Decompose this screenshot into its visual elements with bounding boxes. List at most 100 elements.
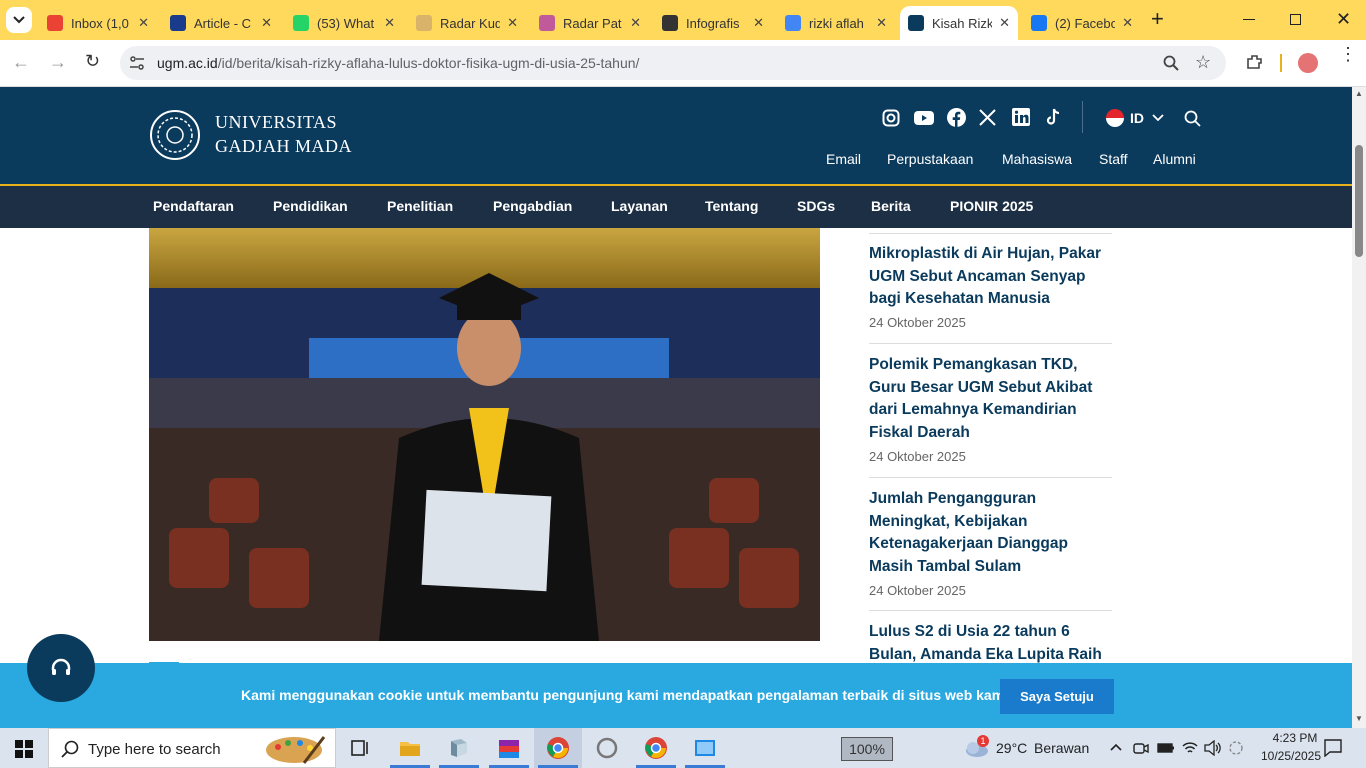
zoom-level-badge[interactable]: 100% [841,737,893,761]
minimize-button[interactable] [1243,19,1255,20]
browser-tab[interactable]: (2) Facebo ✕ [1023,6,1141,40]
task-view-icon[interactable] [349,736,373,760]
close-tab-icon[interactable]: ✕ [630,15,641,31]
top-link-mahasiswa[interactable]: Mahasiswa [1002,151,1072,167]
new-tab-button[interactable]: + [1151,8,1164,30]
menu-kebab-icon[interactable]: ⋮ [1339,45,1357,63]
browser-tab[interactable]: (53) What ✕ [285,6,403,40]
zoom-icon[interactable] [1163,55,1179,71]
chat-support-button[interactable] [27,634,95,702]
bookmark-star-icon[interactable]: ☆ [1195,52,1211,73]
close-tab-icon[interactable]: ✕ [999,15,1010,31]
close-tab-icon[interactable]: ✕ [261,15,272,31]
scrollbar-thumb[interactable] [1355,145,1363,257]
browser-tab[interactable]: rizki aflah ✕ [777,6,895,40]
close-tab-icon[interactable]: ✕ [753,15,764,31]
meet-now-icon[interactable] [1133,741,1149,755]
extensions-icon[interactable] [1245,53,1265,73]
nav-pionir[interactable]: PIONIR 2025 [950,198,1033,214]
close-tab-icon[interactable]: ✕ [1122,15,1133,31]
back-button[interactable]: ← [12,52,30,73]
sidebar-news-item[interactable]: Lulus S2 di Usia 22 tahun 6 Bulan, Amand… [869,621,1112,663]
clock-time[interactable]: 4:23 PM [1260,731,1330,745]
scroll-down-arrow-icon[interactable]: ▼ [1355,714,1363,723]
sidebar-news-item[interactable]: Jumlah Pengangguran Meningkat, Kebijakan… [869,488,1112,598]
browser-tab[interactable]: Kisah Rizk ✕ [900,6,1018,40]
chrome-icon[interactable] [546,736,570,760]
tab-title: Radar Pat [563,15,622,31]
winrar-icon[interactable] [497,736,521,760]
logo-text-line1[interactable]: UNIVERSITAS [215,112,337,133]
nav-penelitian[interactable]: Penelitian [387,198,453,214]
tiktok-icon[interactable] [1045,108,1061,127]
address-bar[interactable]: ugm.ac.id/id/berita/kisah-rizky-aflaha-l… [120,46,1226,80]
top-link-alumni[interactable]: Alumni [1153,151,1196,167]
close-tab-icon[interactable]: ✕ [876,15,887,31]
browser-tab[interactable]: Radar Pat ✕ [531,6,649,40]
nav-tentang[interactable]: Tentang [705,198,758,214]
divider [1280,54,1282,72]
news-title[interactable]: Lulus S2 di Usia 22 tahun 6 Bulan, Amand… [869,621,1112,663]
browser-tab[interactable]: Infografis ✕ [654,6,772,40]
weather-desc[interactable]: Berawan [1034,740,1089,756]
battery-icon[interactable] [1157,741,1175,755]
close-tab-icon[interactable]: ✕ [384,15,395,31]
close-tab-icon[interactable]: ✕ [507,15,518,31]
clock-date[interactable]: 10/25/2025 [1252,749,1330,763]
browser-tab[interactable]: Article - C ✕ [162,6,280,40]
photos-app-icon[interactable] [693,736,717,760]
wifi-icon[interactable] [1182,740,1198,756]
site-info-icon[interactable] [129,55,145,71]
windows-taskbar: Type here to search 100% 1 29°C Berawan … [0,728,1366,768]
reload-button[interactable]: ↻ [85,51,100,72]
windows-start-icon[interactable] [15,740,33,758]
logo-text-line2[interactable]: GADJAH MADA [215,136,352,157]
notification-icon[interactable] [1324,739,1342,757]
x-twitter-icon[interactable] [979,109,996,126]
linkedin-icon[interactable] [1012,108,1030,126]
tab-search-button[interactable] [6,7,32,33]
accept-cookie-button[interactable]: Saya Setuju [1000,679,1114,714]
top-link-perpustakaan[interactable]: Perpustakaan [887,151,973,167]
page-scrollbar[interactable]: ▲ ▼ [1352,87,1366,728]
sidebar-news-item[interactable]: Polemik Pemangkasan TKD, Guru Besar UGM … [869,354,1112,464]
nav-pendaftaran[interactable]: Pendaftaran [153,198,234,214]
close-tab-icon[interactable]: ✕ [138,15,149,31]
book-app-icon[interactable] [447,736,471,760]
search-icon [61,740,79,758]
profile-avatar[interactable] [1298,53,1318,73]
volume-icon[interactable] [1204,740,1222,756]
top-link-staff[interactable]: Staff [1099,151,1128,167]
scroll-up-arrow-icon[interactable]: ▲ [1355,89,1363,98]
instagram-icon[interactable] [882,109,900,127]
chrome-profile-icon[interactable] [644,736,668,760]
news-title[interactable]: Polemik Pemangkasan TKD, Guru Besar UGM … [869,354,1112,445]
nav-sdgs[interactable]: SDGs [797,198,835,214]
ugm-logo-icon[interactable] [149,109,201,161]
nav-pengabdian[interactable]: Pengabdian [493,198,572,214]
file-explorer-icon[interactable] [398,736,422,760]
close-window-button[interactable]: ✕ [1336,9,1351,30]
restore-button[interactable] [1290,14,1301,25]
language-switcher[interactable]: ID [1106,109,1164,127]
forward-button[interactable]: → [49,52,67,73]
taskbar-search-box[interactable]: Type here to search [48,728,336,768]
sidebar-news-item[interactable]: Mikroplastik di Air Hujan, Pakar UGM Seb… [869,243,1112,330]
cortana-icon[interactable] [595,736,619,760]
chevron-down-icon [1152,114,1164,122]
weather-temp[interactable]: 29°C [996,740,1027,756]
nav-layanan[interactable]: Layanan [611,198,668,214]
browser-tab[interactable]: Radar Kud ✕ [408,6,526,40]
top-link-email[interactable]: Email [826,151,861,167]
whatsapp-icon [293,15,309,31]
news-title[interactable]: Jumlah Pengangguran Meningkat, Kebijakan… [869,488,1112,579]
chevron-up-icon[interactable] [1110,743,1122,751]
nav-berita[interactable]: Berita [871,198,911,214]
youtube-icon[interactable] [914,111,934,125]
news-title[interactable]: Mikroplastik di Air Hujan, Pakar UGM Seb… [869,243,1112,311]
nav-pendidikan[interactable]: Pendidikan [273,198,348,214]
facebook-icon[interactable] [947,108,966,127]
search-icon[interactable] [1184,110,1201,127]
sync-status-icon[interactable] [1228,740,1244,756]
browser-tab[interactable]: Inbox (1,0 ✕ [39,6,157,40]
